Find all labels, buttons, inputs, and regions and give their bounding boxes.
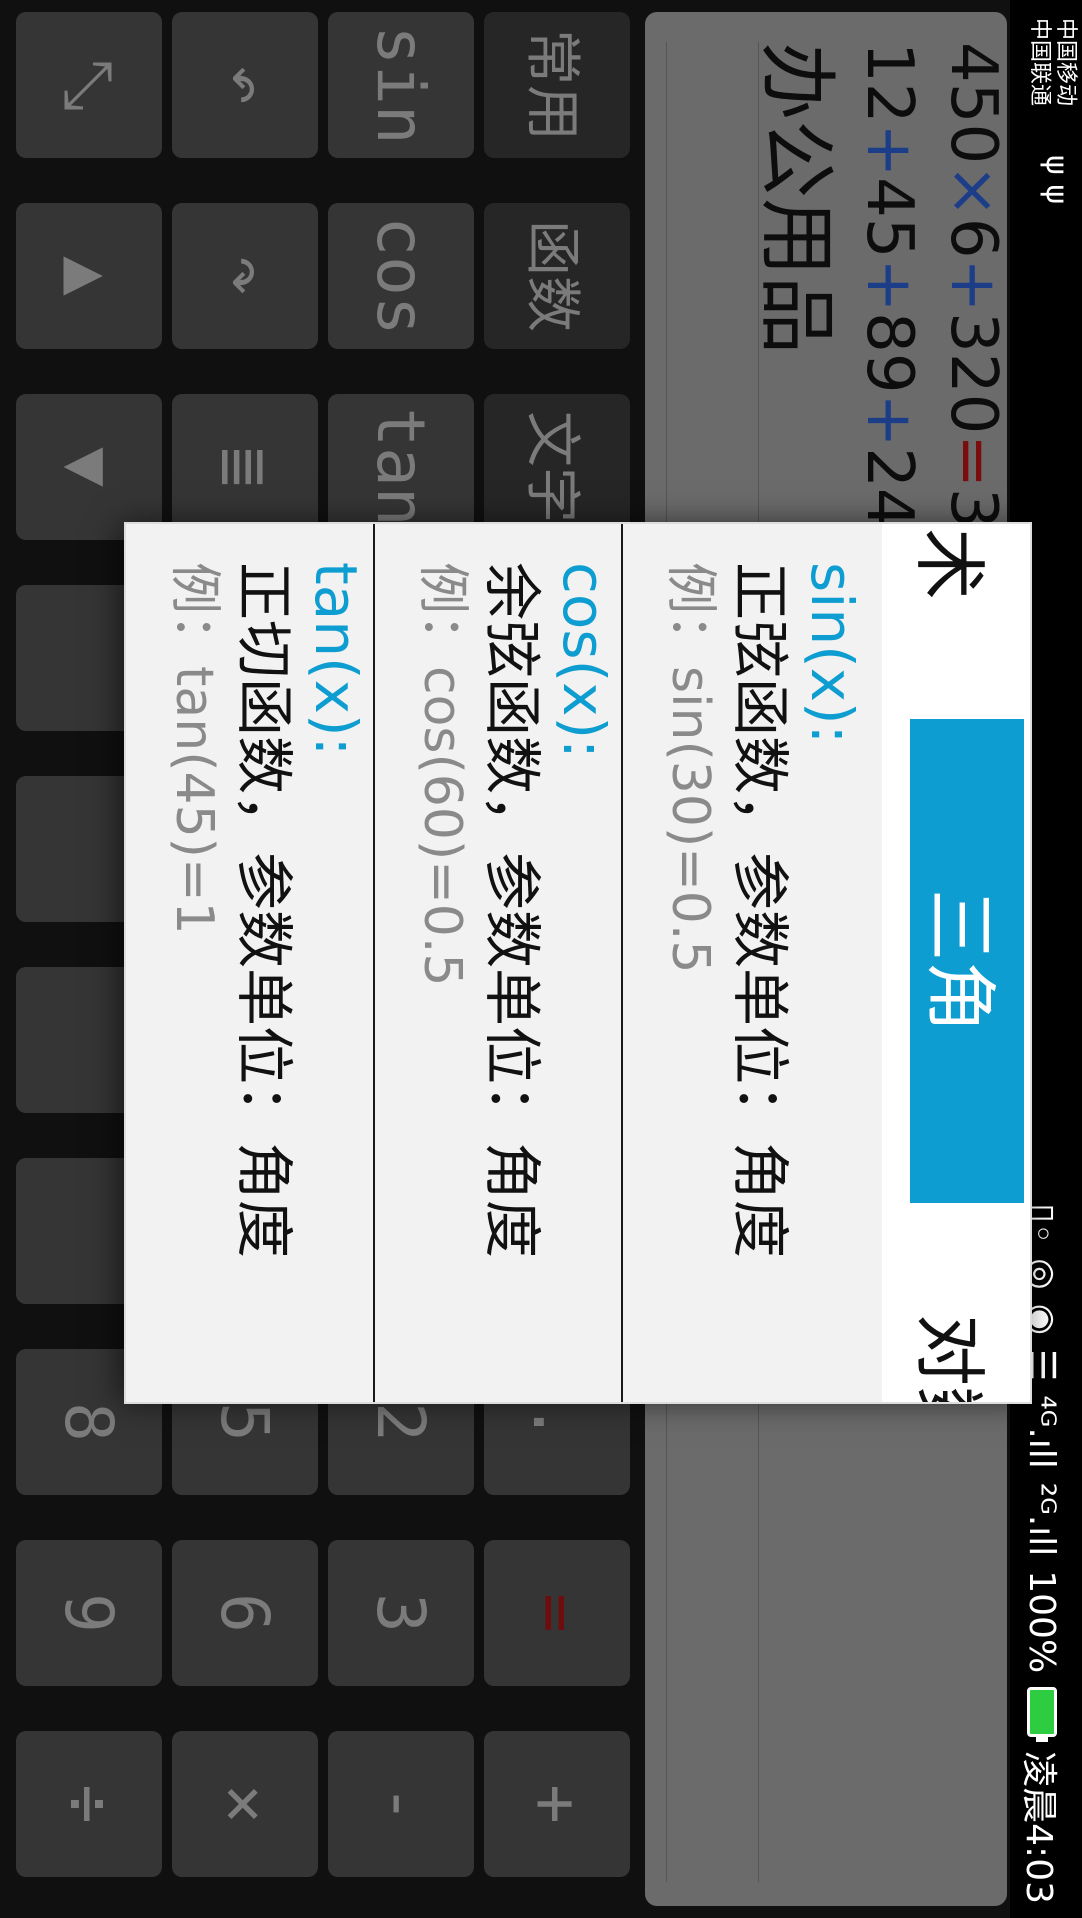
signal-4g-icon: ⁴ᴳ.ıll	[1021, 1395, 1063, 1469]
minus-key[interactable]: -	[328, 1731, 474, 1877]
clock: 凌晨4:03	[1018, 1751, 1059, 1904]
operand: 24	[852, 447, 926, 529]
operand: 320	[936, 312, 1010, 435]
text-key[interactable]: 文字	[484, 394, 630, 540]
tab-logarithm[interactable]: 对数	[882, 1236, 1030, 1402]
operand: 89	[852, 312, 926, 394]
function-help-dialog: 术 三角 对数 sin(x): 正弦函数，参数单位：角度 例：sin(30)=0…	[126, 524, 1030, 1402]
function-description: 余弦函数，参数单位：角度	[478, 562, 546, 1259]
function-entry-sin: sin(x): 正弦函数，参数单位：角度 例：sin(30)=0.5	[623, 562, 868, 1382]
operator: +	[852, 258, 926, 313]
carrier-labels: 中国移动 中国联通	[1026, 18, 1078, 106]
function-description: 正弦函数，参数单位：角度	[726, 562, 794, 1259]
category-tabs: 术 三角 对数	[882, 524, 1030, 1402]
operand: 450	[936, 42, 1010, 165]
function-entry-tan: tan(x): 正切函数，参数单位：角度 例：tan(45)=1	[127, 562, 372, 1382]
function-example: 例：sin(30)=0.5	[660, 562, 720, 974]
operator: +	[852, 123, 926, 178]
function-list: sin(x): 正弦函数，参数单位：角度 例：sin(30)=0.5 cos(x…	[126, 524, 868, 1402]
digit-9-key[interactable]: 9	[16, 1540, 162, 1686]
section-divider	[373, 524, 375, 1402]
divide-key[interactable]: ÷	[16, 1731, 162, 1877]
function-entry-cos: cos(x): 余弦函数，参数单位：角度 例：cos(60)=0.5	[375, 562, 620, 1382]
operand: 12	[852, 42, 926, 124]
signal-2g-icon: ²ᴳ.ıll	[1021, 1482, 1063, 1557]
up-arrow-key[interactable]: ▲	[16, 203, 162, 349]
battery-icon	[1027, 1687, 1057, 1738]
equals-sign: =	[936, 434, 1010, 488]
calculator-screen: 中国移动 中国联通 ψ ψ ▯◦ ◎ ◉ ☰ ⁴ᴳ.ıll ²ᴳ.ıll 100…	[0, 0, 1082, 1918]
function-description: 正切函数，参数单位：角度	[230, 562, 298, 1259]
digit-3-key[interactable]: 3	[328, 1540, 474, 1686]
fullscreen-key[interactable]: ⤡	[16, 12, 162, 158]
redo-key[interactable]: ↷	[172, 203, 318, 349]
carrier-2-label: 中国联通	[1027, 18, 1052, 107]
digit-6-key[interactable]: 6	[172, 1540, 318, 1686]
cos-key[interactable]: cos	[328, 203, 474, 349]
tan-key[interactable]: tan	[328, 394, 474, 540]
function-example: 例：cos(60)=0.5	[412, 562, 472, 987]
carrier-1-label: 中国移动	[1053, 18, 1078, 107]
tab-arithmetic[interactable]: 术	[882, 524, 1030, 664]
function-key[interactable]: 函数	[484, 203, 630, 349]
section-divider	[621, 524, 623, 1402]
function-name: sin(x):	[798, 562, 866, 745]
operator: ×	[936, 164, 1010, 218]
common-key[interactable]: 常用	[484, 12, 630, 158]
plus-key[interactable]: +	[484, 1731, 630, 1877]
undo-key[interactable]: ↶	[172, 12, 318, 158]
equals-key[interactable]: =	[484, 1540, 630, 1686]
multiply-key[interactable]: ×	[172, 1731, 318, 1877]
function-name: tan(x):	[302, 562, 370, 757]
function-example: 例：tan(45)=1	[164, 562, 224, 935]
list-key[interactable]: ≣	[172, 394, 318, 540]
tab-trigonometry[interactable]: 三角	[910, 719, 1024, 1203]
operator: +	[936, 258, 1010, 313]
expression-line-2[interactable]: 12+45+89+24	[852, 42, 926, 529]
usb-icon: ψ ψ	[1039, 155, 1074, 205]
operand: 45	[852, 177, 926, 259]
function-name: cos(x):	[550, 562, 618, 759]
sin-key[interactable]: sin	[328, 12, 474, 158]
sheet-title: 办公用品	[751, 42, 841, 355]
operator: +	[852, 393, 926, 448]
operand: 6	[936, 217, 1010, 259]
down-arrow-key[interactable]: ▼	[16, 394, 162, 540]
battery-percent: 100%	[1021, 1570, 1063, 1674]
